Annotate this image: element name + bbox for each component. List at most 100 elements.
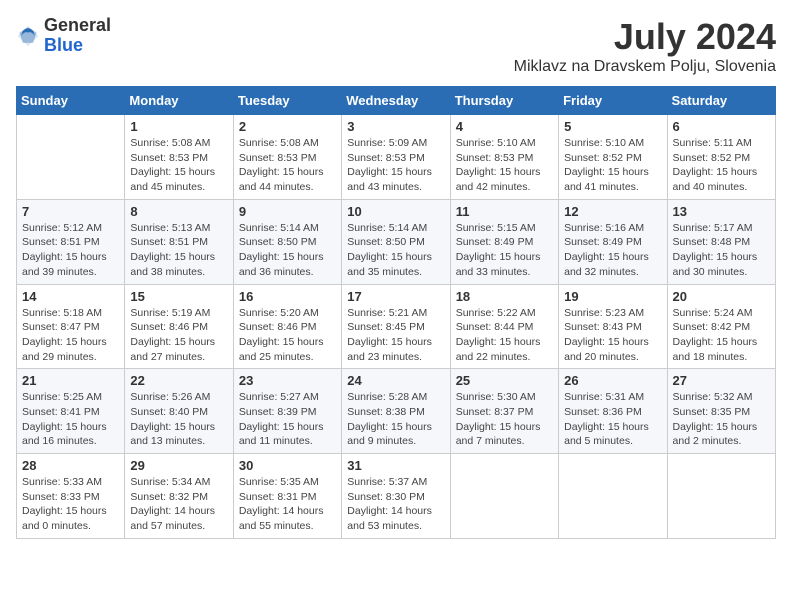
day-number: 12 bbox=[564, 204, 661, 219]
day-info: Sunrise: 5:09 AMSunset: 8:53 PMDaylight:… bbox=[347, 136, 444, 195]
day-info: Sunrise: 5:13 AMSunset: 8:51 PMDaylight:… bbox=[130, 221, 227, 280]
day-info: Sunrise: 5:10 AMSunset: 8:53 PMDaylight:… bbox=[456, 136, 553, 195]
logo-blue: Blue bbox=[44, 36, 111, 56]
day-header-thursday: Thursday bbox=[450, 87, 558, 115]
day-number: 14 bbox=[22, 289, 119, 304]
day-number: 29 bbox=[130, 458, 227, 473]
calendar: SundayMondayTuesdayWednesdayThursdayFrid… bbox=[16, 86, 776, 539]
calendar-cell: 7 Sunrise: 5:12 AMSunset: 8:51 PMDaylight… bbox=[17, 199, 125, 284]
day-info: Sunrise: 5:33 AMSunset: 8:33 PMDaylight:… bbox=[22, 475, 119, 534]
day-info: Sunrise: 5:23 AMSunset: 8:43 PMDaylight:… bbox=[564, 306, 661, 365]
day-info: Sunrise: 5:14 AMSunset: 8:50 PMDaylight:… bbox=[239, 221, 336, 280]
day-info: Sunrise: 5:35 AMSunset: 8:31 PMDaylight:… bbox=[239, 475, 336, 534]
calendar-week-1: 1 Sunrise: 5:08 AMSunset: 8:53 PMDaylight… bbox=[17, 115, 776, 200]
day-number: 22 bbox=[130, 373, 227, 388]
calendar-cell: 19Sunrise: 5:23 AMSunset: 8:43 PMDayligh… bbox=[559, 284, 667, 369]
day-header-sunday: Sunday bbox=[17, 87, 125, 115]
day-info: Sunrise: 5:08 AMSunset: 8:53 PMDaylight:… bbox=[239, 136, 336, 195]
day-info: Sunrise: 5:26 AMSunset: 8:40 PMDaylight:… bbox=[130, 390, 227, 449]
day-number: 4 bbox=[456, 119, 553, 134]
logo-text: General Blue bbox=[44, 16, 111, 56]
calendar-cell: 13Sunrise: 5:17 AMSunset: 8:48 PMDayligh… bbox=[667, 199, 775, 284]
day-info: Sunrise: 5:28 AMSunset: 8:38 PMDaylight:… bbox=[347, 390, 444, 449]
day-number: 11 bbox=[456, 204, 553, 219]
day-number: 16 bbox=[239, 289, 336, 304]
calendar-cell: 5 Sunrise: 5:10 AMSunset: 8:52 PMDaylight… bbox=[559, 115, 667, 200]
day-info: Sunrise: 5:08 AMSunset: 8:53 PMDaylight:… bbox=[130, 136, 227, 195]
calendar-week-5: 28 Sunrise: 5:33 AMSunset: 8:33 PMDayligh… bbox=[17, 454, 776, 539]
logo: General Blue bbox=[16, 16, 111, 56]
day-info: Sunrise: 5:10 AMSunset: 8:52 PMDaylight:… bbox=[564, 136, 661, 195]
day-number: 5 bbox=[564, 119, 661, 134]
calendar-cell: 16 Sunrise: 5:20 AMSunset: 8:46 PMDayligh… bbox=[233, 284, 341, 369]
day-info: Sunrise: 5:20 AMSunset: 8:46 PMDaylight:… bbox=[239, 306, 336, 365]
calendar-cell: 24 Sunrise: 5:28 AMSunset: 8:38 PMDayligh… bbox=[342, 369, 450, 454]
day-header-monday: Monday bbox=[125, 87, 233, 115]
day-number: 21 bbox=[22, 373, 119, 388]
day-info: Sunrise: 5:11 AMSunset: 8:52 PMDaylight:… bbox=[673, 136, 770, 195]
day-number: 3 bbox=[347, 119, 444, 134]
day-number: 8 bbox=[130, 204, 227, 219]
day-info: Sunrise: 5:19 AMSunset: 8:46 PMDaylight:… bbox=[130, 306, 227, 365]
calendar-cell: 17 Sunrise: 5:21 AMSunset: 8:45 PMDayligh… bbox=[342, 284, 450, 369]
calendar-header-row: SundayMondayTuesdayWednesdayThursdayFrid… bbox=[17, 87, 776, 115]
calendar-cell: 30Sunrise: 5:35 AMSunset: 8:31 PMDayligh… bbox=[233, 454, 341, 539]
calendar-cell bbox=[559, 454, 667, 539]
calendar-cell: 20 Sunrise: 5:24 AMSunset: 8:42 PMDayligh… bbox=[667, 284, 775, 369]
calendar-cell: 25Sunrise: 5:30 AMSunset: 8:37 PMDayligh… bbox=[450, 369, 558, 454]
title-area: July 2024 Miklavz na Dravskem Polju, Slo… bbox=[514, 16, 776, 76]
day-info: Sunrise: 5:34 AMSunset: 8:32 PMDaylight:… bbox=[130, 475, 227, 534]
calendar-cell bbox=[450, 454, 558, 539]
calendar-cell: 29 Sunrise: 5:34 AMSunset: 8:32 PMDayligh… bbox=[125, 454, 233, 539]
calendar-cell bbox=[667, 454, 775, 539]
calendar-cell: 6 Sunrise: 5:11 AMSunset: 8:52 PMDaylight… bbox=[667, 115, 775, 200]
day-number: 23 bbox=[239, 373, 336, 388]
day-info: Sunrise: 5:15 AMSunset: 8:49 PMDaylight:… bbox=[456, 221, 553, 280]
day-header-wednesday: Wednesday bbox=[342, 87, 450, 115]
logo-icon bbox=[16, 24, 40, 48]
day-number: 6 bbox=[673, 119, 770, 134]
day-info: Sunrise: 5:14 AMSunset: 8:50 PMDaylight:… bbox=[347, 221, 444, 280]
day-header-tuesday: Tuesday bbox=[233, 87, 341, 115]
day-number: 9 bbox=[239, 204, 336, 219]
calendar-week-2: 7 Sunrise: 5:12 AMSunset: 8:51 PMDaylight… bbox=[17, 199, 776, 284]
day-number: 15 bbox=[130, 289, 227, 304]
day-info: Sunrise: 5:24 AMSunset: 8:42 PMDaylight:… bbox=[673, 306, 770, 365]
calendar-cell: 11 Sunrise: 5:15 AMSunset: 8:49 PMDayligh… bbox=[450, 199, 558, 284]
calendar-cell: 12 Sunrise: 5:16 AMSunset: 8:49 PMDayligh… bbox=[559, 199, 667, 284]
calendar-cell: 10Sunrise: 5:14 AMSunset: 8:50 PMDayligh… bbox=[342, 199, 450, 284]
day-number: 25 bbox=[456, 373, 553, 388]
calendar-cell: 26Sunrise: 5:31 AMSunset: 8:36 PMDayligh… bbox=[559, 369, 667, 454]
calendar-cell: 1 Sunrise: 5:08 AMSunset: 8:53 PMDaylight… bbox=[125, 115, 233, 200]
calendar-cell: 28 Sunrise: 5:33 AMSunset: 8:33 PMDayligh… bbox=[17, 454, 125, 539]
calendar-week-3: 14 Sunrise: 5:18 AMSunset: 8:47 PMDayligh… bbox=[17, 284, 776, 369]
day-number: 28 bbox=[22, 458, 119, 473]
calendar-cell: 18Sunrise: 5:22 AMSunset: 8:44 PMDayligh… bbox=[450, 284, 558, 369]
calendar-cell: 4 Sunrise: 5:10 AMSunset: 8:53 PMDaylight… bbox=[450, 115, 558, 200]
day-number: 17 bbox=[347, 289, 444, 304]
day-number: 13 bbox=[673, 204, 770, 219]
calendar-cell bbox=[17, 115, 125, 200]
calendar-cell: 21 Sunrise: 5:25 AMSunset: 8:41 PMDayligh… bbox=[17, 369, 125, 454]
calendar-cell: 15 Sunrise: 5:19 AMSunset: 8:46 PMDayligh… bbox=[125, 284, 233, 369]
day-number: 20 bbox=[673, 289, 770, 304]
subtitle: Miklavz na Dravskem Polju, Slovenia bbox=[514, 58, 776, 76]
day-info: Sunrise: 5:31 AMSunset: 8:36 PMDaylight:… bbox=[564, 390, 661, 449]
day-info: Sunrise: 5:27 AMSunset: 8:39 PMDaylight:… bbox=[239, 390, 336, 449]
day-number: 27 bbox=[673, 373, 770, 388]
day-number: 24 bbox=[347, 373, 444, 388]
day-info: Sunrise: 5:25 AMSunset: 8:41 PMDaylight:… bbox=[22, 390, 119, 449]
calendar-cell: 8 Sunrise: 5:13 AMSunset: 8:51 PMDaylight… bbox=[125, 199, 233, 284]
day-number: 1 bbox=[130, 119, 227, 134]
day-number: 18 bbox=[456, 289, 553, 304]
calendar-cell: 23 Sunrise: 5:27 AMSunset: 8:39 PMDayligh… bbox=[233, 369, 341, 454]
calendar-cell: 3 Sunrise: 5:09 AMSunset: 8:53 PMDaylight… bbox=[342, 115, 450, 200]
day-info: Sunrise: 5:12 AMSunset: 8:51 PMDaylight:… bbox=[22, 221, 119, 280]
day-info: Sunrise: 5:37 AMSunset: 8:30 PMDaylight:… bbox=[347, 475, 444, 534]
day-info: Sunrise: 5:16 AMSunset: 8:49 PMDaylight:… bbox=[564, 221, 661, 280]
day-number: 7 bbox=[22, 204, 119, 219]
calendar-cell: 9 Sunrise: 5:14 AMSunset: 8:50 PMDaylight… bbox=[233, 199, 341, 284]
calendar-cell: 22 Sunrise: 5:26 AMSunset: 8:40 PMDayligh… bbox=[125, 369, 233, 454]
day-info: Sunrise: 5:21 AMSunset: 8:45 PMDaylight:… bbox=[347, 306, 444, 365]
day-info: Sunrise: 5:18 AMSunset: 8:47 PMDaylight:… bbox=[22, 306, 119, 365]
